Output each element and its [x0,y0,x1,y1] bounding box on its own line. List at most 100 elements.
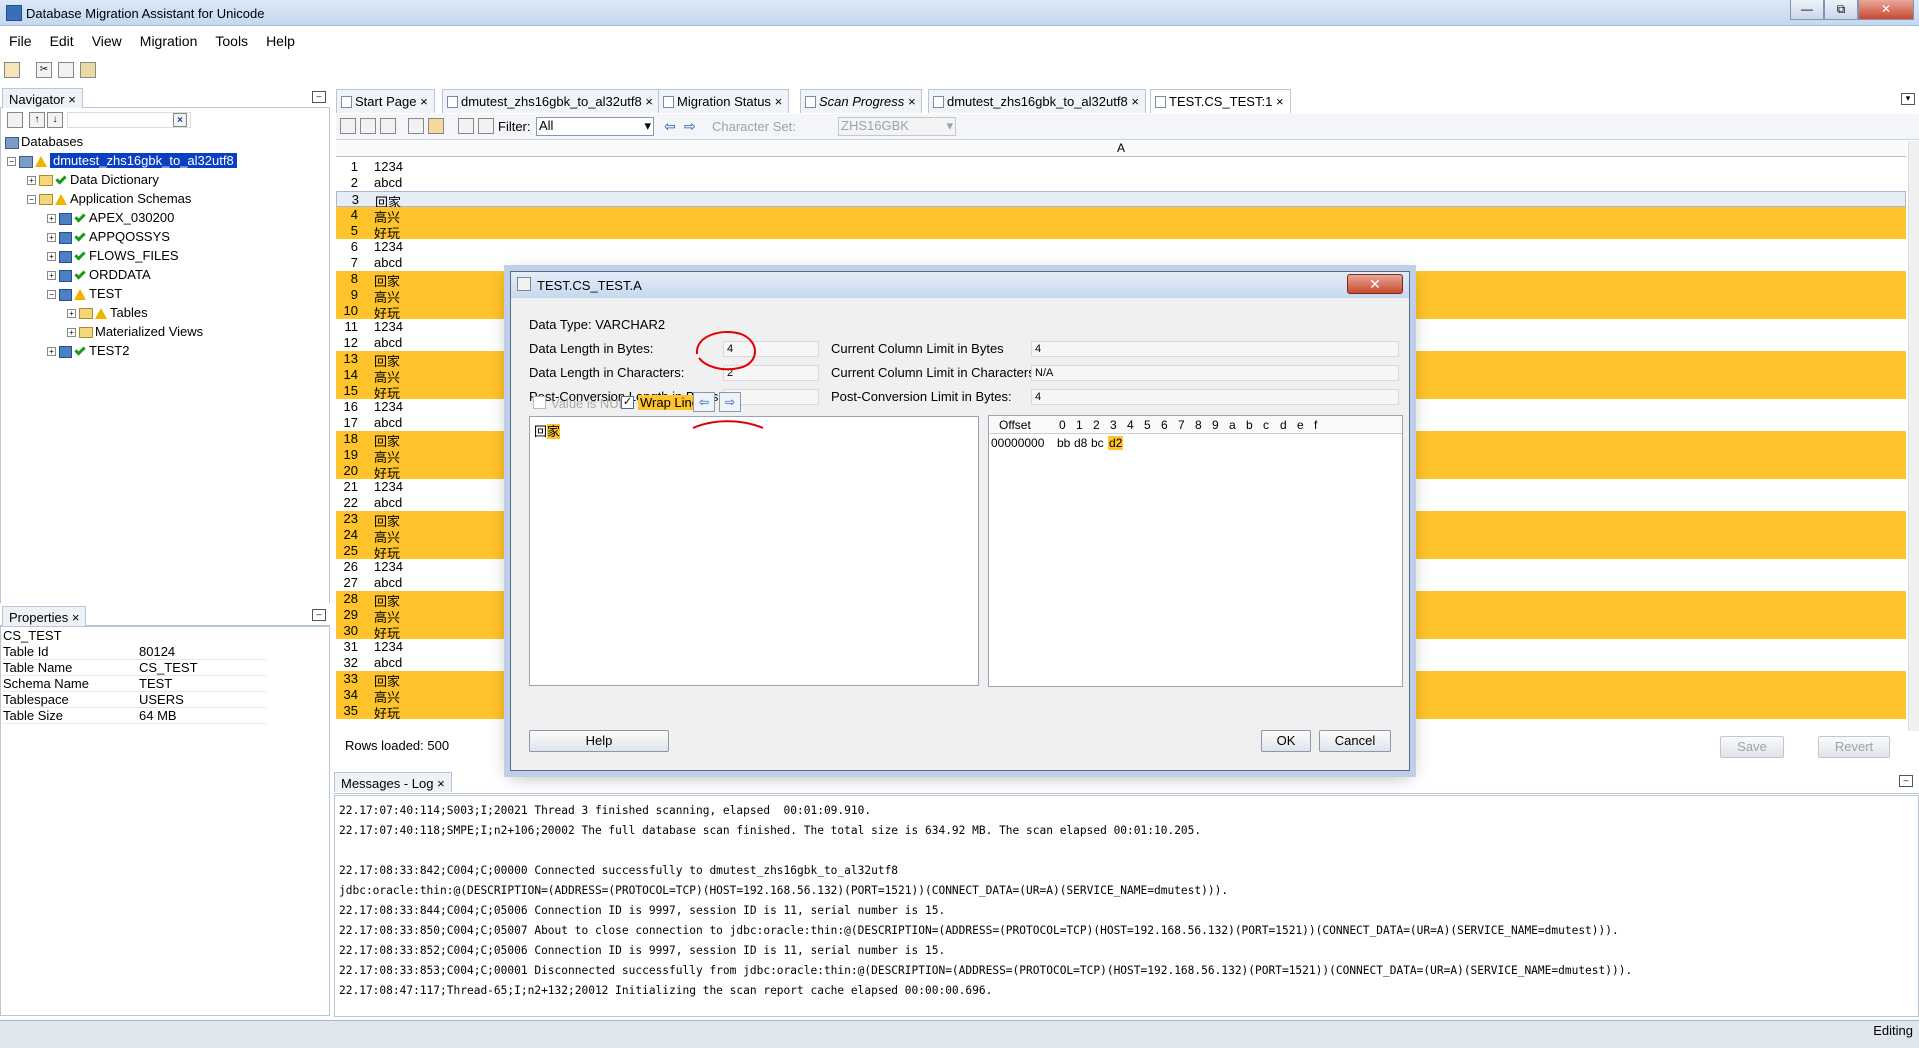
tree-data-dictionary[interactable]: + Data Dictionary [27,172,159,188]
minimize-messages-icon[interactable]: – [1899,775,1913,787]
binoculars-icon[interactable] [7,112,23,128]
find-icon[interactable] [340,118,356,134]
tree-schema-appqossys[interactable]: + APPQOSSYS [47,229,170,245]
edit-icon[interactable] [428,118,444,134]
dialog-close-button[interactable]: ✕ [1347,274,1403,294]
grid-row[interactable]: 5 好玩 [336,223,1906,241]
menu-view[interactable]: View [83,30,131,52]
tree-databases[interactable]: Databases [5,134,83,150]
column-icon[interactable] [458,118,474,134]
expand-icon[interactable]: + [27,176,36,186]
close-tab-icon[interactable]: × [645,94,653,109]
tree-schema-test2[interactable]: + TEST2 [47,343,129,359]
help-button[interactable]: Help [529,730,669,752]
grid-row[interactable]: 2 abcd [336,175,1906,191]
app-icon [6,5,22,21]
tree-connection[interactable]: − dmutest_zhs16gbk_to_al32utf8 [7,153,237,169]
copy-icon[interactable] [58,62,74,78]
menu-file[interactable]: File [0,30,41,52]
expand-icon[interactable]: + [47,233,56,243]
expand-icon[interactable]: + [47,252,56,262]
value-null-checkbox[interactable] [533,396,546,409]
collapse-icon[interactable]: − [27,195,36,205]
filter-select[interactable]: All ▾ [536,117,654,136]
cell-value: 1234 [374,239,403,254]
close-tab-icon[interactable]: × [1276,94,1284,109]
collapse-icon[interactable]: − [47,290,56,300]
grid-row[interactable]: 3 回家 [336,191,1906,210]
tree-schema-test[interactable]: − TEST [47,286,122,302]
grid-row[interactable]: 1 1234 [336,159,1906,175]
data-type-label: Data Type: VARCHAR2 [529,317,666,332]
new-connection-icon[interactable] [4,62,20,78]
window-title: Database Migration Assistant for Unicode [26,6,265,21]
clear-search-icon[interactable]: × [173,113,187,127]
tree-schema-apex[interactable]: + APEX_030200 [47,210,174,226]
hex-view[interactable]: Offset 0 1 2 3 4 5 6 7 8 9 a b c d e f 0… [988,415,1403,687]
properties-tab[interactable]: Properties × [2,606,87,626]
tab-database-2[interactable]: dmutest_zhs16gbk_to_al32utf8 × [928,89,1146,113]
tree-application-schemas[interactable]: − Application Schemas [27,191,191,207]
grid-scrollbar[interactable] [1908,141,1919,731]
ok-button[interactable]: OK [1261,730,1311,752]
menu-migration[interactable]: Migration [131,30,207,52]
tree-schema-flows-files[interactable]: + FLOWS_FILES [47,248,179,264]
minimize-properties-icon[interactable]: – [312,609,326,621]
tab-list-icon[interactable]: ▾ [1901,93,1915,105]
arrow-up-icon[interactable]: ↑ [29,112,45,128]
tree-materialized-views[interactable]: + Materialized Views [67,324,203,340]
expand-icon[interactable]: + [47,347,56,357]
tree-tables[interactable]: + Tables [67,305,148,321]
close-tab-icon[interactable]: × [775,94,783,109]
column-header-a[interactable]: A [336,141,1906,157]
minimize-navigator-icon[interactable]: – [312,91,326,103]
filter-label: Filter: [498,119,531,134]
tab-migration-status[interactable]: Migration Status × [658,89,790,113]
filter-icon[interactable] [478,118,494,134]
tab-database-1[interactable]: dmutest_zhs16gbk_to_al32utf8 × [442,89,660,113]
grid-row[interactable]: 4 高兴 [336,207,1906,225]
maximize-button[interactable]: ⧉ [1824,0,1858,20]
paste-icon[interactable] [80,62,96,78]
zoom-icon[interactable] [360,118,376,134]
expand-icon[interactable]: + [47,214,56,224]
expand-icon[interactable]: + [67,309,76,319]
grid-row[interactable]: 7 abcd [336,255,1906,271]
row-number: 26 [343,559,358,574]
revert-button[interactable]: Revert [1818,736,1890,758]
status-text: Editing [1873,1023,1913,1038]
cancel-button[interactable]: Cancel [1319,730,1391,752]
arrow-right-icon[interactable]: ⇨ [684,118,696,135]
arrow-left-icon[interactable]: ⇦ [664,118,676,135]
row-number: 6 [350,239,358,254]
value-text-area[interactable]: 回家 [529,416,979,686]
close-tab-icon[interactable]: × [908,94,916,109]
collapse-icon[interactable]: − [7,157,16,167]
menu-tools[interactable]: Tools [206,30,257,52]
row-number: 7 [350,255,358,270]
messages-tab[interactable]: Messages - Log × [334,772,452,792]
save-button[interactable]: Save [1720,736,1784,758]
expand-icon[interactable]: + [67,328,76,338]
tab-scan-progress[interactable]: Scan Progress × [800,89,923,113]
refresh-icon[interactable] [380,118,396,134]
tab-start-page[interactable]: Start Page × [336,89,435,113]
arrow-down-icon[interactable]: ↓ [47,112,63,128]
close-tab-icon[interactable]: × [420,94,428,109]
charset-select[interactable]: ZHS16GBK ▾ [838,117,956,136]
menu-edit[interactable]: Edit [41,30,83,52]
grid-row[interactable]: 6 1234 [336,239,1906,255]
import-icon[interactable] [408,118,424,134]
close-tab-icon[interactable]: × [1131,94,1139,109]
tree-schema-orddata[interactable]: + ORDDATA [47,267,151,283]
navigator-tab[interactable]: Navigator × [2,88,83,108]
wrap-lines-checkbox[interactable]: ✓ [621,396,634,409]
expand-icon[interactable]: + [47,271,56,281]
tab-cs-test[interactable]: TEST.CS_TEST:1 × [1150,89,1291,113]
previous-arrow-icon[interactable]: ⇦ [693,392,715,412]
menu-help[interactable]: Help [257,30,304,52]
close-window-button[interactable]: ✕ [1858,0,1914,20]
next-arrow-icon[interactable]: ⇨ [719,392,741,412]
cut-icon[interactable]: ✂ [36,62,52,78]
minimize-button[interactable]: — [1790,0,1824,20]
